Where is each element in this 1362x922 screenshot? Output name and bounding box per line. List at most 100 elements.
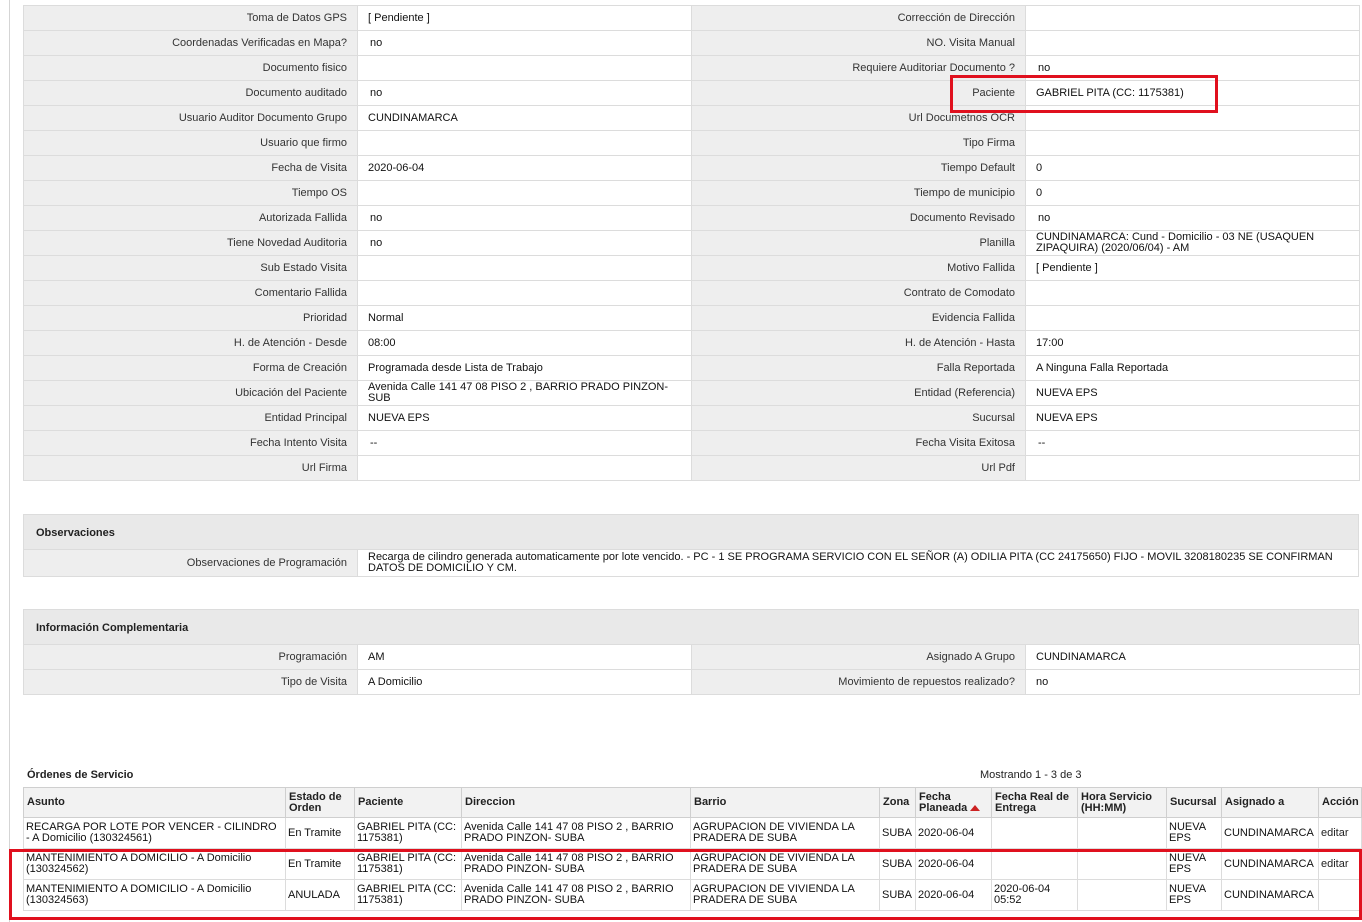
field-value-tiempo-os xyxy=(357,180,692,206)
cell-barrio: AGRUPACION DE VIVIENDA LA PRADERA DE SUB… xyxy=(690,879,880,911)
cell-hora-servicio-hh-mm xyxy=(1077,848,1167,880)
field-label-correccion-de-direccion: Corrección de Dirección xyxy=(691,5,1026,31)
column-header-label: Paciente xyxy=(358,796,404,808)
cell-asunto: MANTENIMIENTO A DOMICILIO - A Domicilio … xyxy=(23,879,286,911)
column-header-asignado-a[interactable]: Asignado a xyxy=(1221,787,1319,818)
visit-detail-table: Toma de Datos GPS[ Pendiente ] Corrección… xyxy=(23,5,1360,481)
detail-row: Coordenadas Verificadas en Mapa? no NO. Vi… xyxy=(23,30,1360,56)
column-header-asunto[interactable]: Asunto xyxy=(23,787,286,818)
field-label-prioridad: Prioridad xyxy=(23,305,358,331)
cell-fecha-planeada: 2020-06-04 xyxy=(915,817,992,849)
field-value-ubicacion-del-paciente: Avenida Calle 141 47 08 PISO 2 , BARRIO … xyxy=(357,380,692,406)
ordenes-count: Mostrando 1 - 3 de 3 xyxy=(980,769,1082,781)
detail-row: Sub Estado Visita Motivo Fallida[ Pendien… xyxy=(23,255,1360,281)
detail-row: Comentario Fallida Contrato de Comodato xyxy=(23,280,1360,306)
column-header-label: Fecha Real de Entrega xyxy=(995,790,1069,814)
field-label-usuario-que-firmo: Usuario que firmo xyxy=(23,130,358,156)
column-header-label: Sucursal xyxy=(1170,796,1217,808)
field-value-evidencia-fallida xyxy=(1025,305,1360,331)
edit-link[interactable]: editar xyxy=(1321,858,1349,870)
field-value-sub-estado-visita xyxy=(357,255,692,281)
cell-estado-de-orden: En Tramite xyxy=(285,817,355,849)
column-header-paciente[interactable]: Paciente xyxy=(354,787,462,818)
complementaria-row: Programación AM Asignado A Grupo CUNDINAMAR… xyxy=(23,644,1360,670)
cell-accion xyxy=(1318,879,1362,911)
cell-accion: editar xyxy=(1318,817,1362,849)
field-label-h-de-atencion-hasta: H. de Atención - Hasta xyxy=(691,330,1026,356)
column-header-sucursal[interactable]: Sucursal xyxy=(1166,787,1222,818)
cell-fecha-planeada: 2020-06-04 xyxy=(915,848,992,880)
column-header-direccion[interactable]: Direccion xyxy=(461,787,691,818)
field-label-paciente: Paciente xyxy=(691,80,1026,106)
column-header-zona[interactable]: Zona xyxy=(879,787,916,818)
field-label-asignado-a-grupo: Asignado A Grupo xyxy=(691,644,1026,670)
field-value-motivo-fallida: [ Pendiente ] xyxy=(1025,255,1360,281)
ordenes-table: Asunto Estado de Orden Paciente Direccion Ba… xyxy=(23,787,1362,911)
cell-paciente: GABRIEL PITA (CC: 1175381) xyxy=(354,848,462,880)
column-header-hora-servicio-hh-mm[interactable]: Hora Servicio (HH:MM) xyxy=(1077,787,1167,818)
cell-asunto: RECARGA POR LOTE POR VENCER - CILINDRO -… xyxy=(23,817,286,849)
field-value-tipo-de-visita: A Domicilio xyxy=(357,669,692,695)
field-value-planilla: CUNDINAMARCA: Cund - Domicilio - 03 NE (… xyxy=(1025,230,1360,256)
cell-fecha-planeada: 2020-06-04 xyxy=(915,879,992,911)
field-value-documento-auditado: no xyxy=(357,80,692,106)
cell-fecha-real-de-entrega: 2020-06-04 05:52 xyxy=(991,879,1078,911)
detail-row: Usuario Auditor Documento Grupo CUNDINAMA… xyxy=(23,105,1360,131)
field-value-comentario-fallida xyxy=(357,280,692,306)
cell-sucursal: NUEVA EPS xyxy=(1166,848,1222,880)
column-header-label: Barrio xyxy=(694,796,727,808)
observaciones-label: Observaciones de Programación xyxy=(23,549,358,577)
column-header-accion[interactable]: Acción xyxy=(1318,787,1362,818)
detail-row: Usuario que firmo Tipo Firma xyxy=(23,130,1360,156)
field-value-contrato-de-comodato xyxy=(1025,280,1360,306)
cell-zona: SUBA xyxy=(879,879,916,911)
column-header-barrio[interactable]: Barrio xyxy=(690,787,880,818)
field-value-h-de-atencion-hasta: 17:00 xyxy=(1025,330,1360,356)
field-label-sub-estado-visita: Sub Estado Visita xyxy=(23,255,358,281)
field-label-ubicacion-del-paciente: Ubicación del Paciente xyxy=(23,380,358,406)
field-value-tiempo-de-municipio: 0 xyxy=(1025,180,1360,206)
field-value-autorizada-fallida: no xyxy=(357,205,692,231)
field-value-tiene-novedad-auditoria: no xyxy=(357,230,692,256)
field-label-url-pdf: Url Pdf xyxy=(691,455,1026,481)
column-header-label: Fecha Planeada xyxy=(919,790,968,814)
observaciones-title: Observaciones xyxy=(23,514,1359,550)
field-value-usuario-que-firmo xyxy=(357,130,692,156)
field-label-coordenadas-verificadas-en-mapa: Coordenadas Verificadas en Mapa? xyxy=(23,30,358,56)
field-label-fecha-intento-visita: Fecha Intento Visita xyxy=(23,430,358,456)
cell-paciente: GABRIEL PITA (CC: 1175381) xyxy=(354,879,462,911)
field-label-autorizada-fallida: Autorizada Fallida xyxy=(23,205,358,231)
field-value-coordenadas-verificadas-en-mapa: no xyxy=(357,30,692,56)
field-label-tipo-de-visita: Tipo de Visita xyxy=(23,669,358,695)
field-value-tipo-firma xyxy=(1025,130,1360,156)
detail-row: Prioridad Normal Evidencia Fallida xyxy=(23,305,1360,331)
detail-row: Tiempo OS Tiempo de municipio 0 xyxy=(23,180,1360,206)
cell-sucursal: NUEVA EPS xyxy=(1166,879,1222,911)
column-header-estado-de-orden[interactable]: Estado de Orden xyxy=(285,787,355,818)
detail-row: Fecha de Visita 2020-06-04 Tiempo Default 0 xyxy=(23,155,1360,181)
field-value-no-visita-manual xyxy=(1025,30,1360,56)
field-label-comentario-fallida: Comentario Fallida xyxy=(23,280,358,306)
cell-asunto: MANTENIMIENTO A DOMICILIO - A Domicilio … xyxy=(23,848,286,880)
table-row: MANTENIMIENTO A DOMICILIO - A Domicilio … xyxy=(23,879,1362,911)
detail-row: Ubicación del Paciente Avenida Calle 141 … xyxy=(23,380,1360,406)
cell-direccion: Avenida Calle 141 47 08 PISO 2 , BARRIO … xyxy=(461,879,691,911)
field-value-fecha-de-visita: 2020-06-04 xyxy=(357,155,692,181)
column-header-fecha-planeada[interactable]: Fecha Planeada xyxy=(915,787,992,818)
field-value-usuario-auditor-documento-grupo: CUNDINAMARCA xyxy=(357,105,692,131)
field-label-forma-de-creacion: Forma de Creación xyxy=(23,355,358,381)
field-label-fecha-de-visita: Fecha de Visita xyxy=(23,155,358,181)
cell-hora-servicio-hh-mm xyxy=(1077,817,1167,849)
field-label-documento-revisado: Documento Revisado xyxy=(691,205,1026,231)
field-value-forma-de-creacion: Programada desde Lista de Trabajo xyxy=(357,355,692,381)
left-border xyxy=(9,0,10,922)
sort-ascending-icon[interactable] xyxy=(970,804,981,811)
column-header-label: Estado de Orden xyxy=(289,790,342,814)
cell-estado-de-orden: ANULADA xyxy=(285,879,355,911)
edit-link[interactable]: editar xyxy=(1321,827,1349,839)
column-header-fecha-real-de-entrega[interactable]: Fecha Real de Entrega xyxy=(991,787,1078,818)
cell-direccion: Avenida Calle 141 47 08 PISO 2 , BARRIO … xyxy=(461,848,691,880)
detail-row: Tiene Novedad Auditoria no Planilla CUNDINA… xyxy=(23,230,1360,256)
cell-sucursal: NUEVA EPS xyxy=(1166,817,1222,849)
field-label-tiempo-default: Tiempo Default xyxy=(691,155,1026,181)
